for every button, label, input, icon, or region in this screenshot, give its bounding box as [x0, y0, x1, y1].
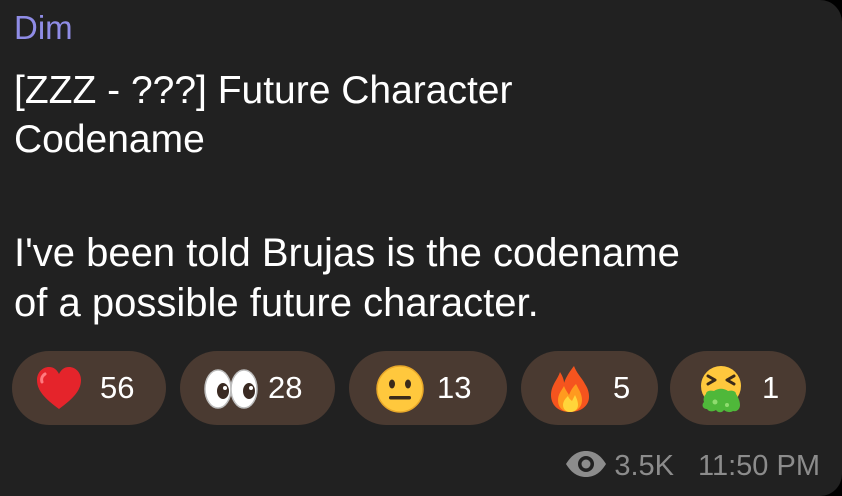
sender-name[interactable]: Dim — [14, 8, 73, 48]
reaction-count: 13 — [437, 370, 472, 405]
reaction-eyes[interactable]: 28 — [180, 351, 335, 425]
views-count: 3.5K — [614, 450, 675, 482]
reaction-heart[interactable]: 56 — [12, 351, 166, 425]
fire-icon — [551, 366, 589, 412]
reaction-fire[interactable]: 5 — [521, 351, 658, 425]
reaction-count: 1 — [762, 370, 780, 405]
reactions-bar: 56 28 13 5 1 — [12, 351, 832, 425]
title-line: Codename — [14, 118, 205, 161]
message-meta: 3.5K 11:50 PM — [564, 446, 820, 486]
views-eye-icon — [566, 451, 607, 478]
message-bubble[interactable]: Dim [ZZZ - ???] Future Character Codenam… — [0, 0, 842, 496]
vomiting-face-icon — [701, 366, 741, 413]
message-time: 11:50 PM — [698, 450, 820, 482]
message-body: I've been told Brujas is the codename of… — [14, 228, 824, 328]
reaction-count: 56 — [100, 370, 135, 405]
neutral-face-icon — [376, 365, 424, 413]
reaction-neutral-face[interactable]: 13 — [349, 351, 507, 425]
body-line: of a possible future character. — [14, 281, 539, 325]
reaction-count: 5 — [613, 370, 631, 405]
red-heart-icon — [37, 367, 81, 409]
reaction-count: 28 — [268, 370, 303, 405]
title-line: [ZZZ - ???] Future Character — [14, 69, 513, 112]
reaction-vomiting-face[interactable]: 1 — [670, 351, 806, 425]
eyes-icon — [204, 369, 258, 409]
body-line: I've been told Brujas is the codename — [14, 231, 680, 275]
message-title: [ZZZ - ???] Future Character Codename — [14, 66, 814, 164]
